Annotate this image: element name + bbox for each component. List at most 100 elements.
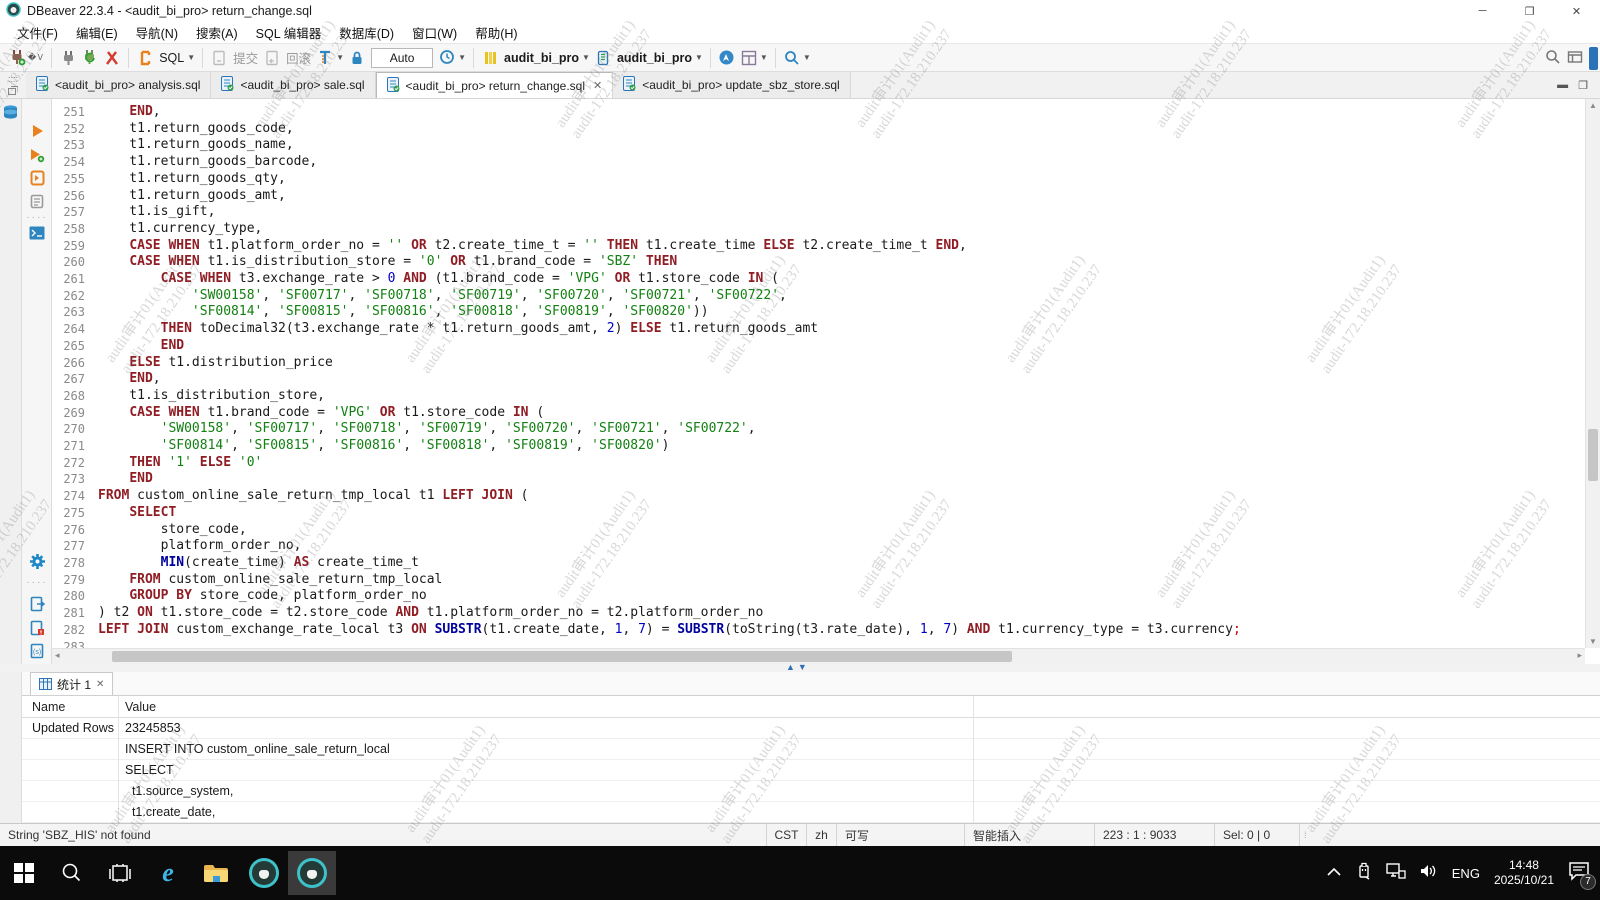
splitter-arrows[interactable]: ▲▼ (786, 662, 807, 672)
editor-tab[interactable]: <audit_bi_pro> return_change.sql✕ (376, 72, 614, 98)
taskbar-search-icon[interactable] (48, 851, 96, 895)
vertical-scrollbar-thumb[interactable] (1588, 429, 1598, 481)
column-header-value[interactable]: Value (118, 700, 1600, 714)
horizontal-scrollbar[interactable]: ◂ ▸ (52, 648, 1585, 664)
results-tab-close-icon[interactable]: ✕ (96, 679, 104, 690)
history-icon[interactable] (437, 48, 457, 68)
menu-item[interactable]: SQL 编辑器 (247, 21, 331, 44)
status-language[interactable]: zh (806, 824, 836, 846)
quick-search-icon[interactable] (1543, 47, 1563, 67)
execute-statement-icon[interactable] (27, 121, 47, 141)
cell-value: SELECT (118, 763, 1600, 777)
status-writable[interactable]: 可写 (836, 824, 964, 846)
sql-editor-icon[interactable] (135, 48, 155, 68)
splitter-down-icon[interactable]: ▼ (798, 662, 807, 672)
action-center-icon[interactable]: 7 (1568, 861, 1590, 886)
reconnect-icon[interactable] (80, 48, 100, 68)
table-row[interactable]: INSERT INTO custom_online_sale_return_lo… (22, 739, 1600, 760)
commit-mode-select[interactable]: Auto (371, 48, 433, 68)
editor-tab[interactable]: <audit_bi_pro> update_sbz_store.sql (613, 72, 850, 98)
editor-tab[interactable]: <audit_bi_pro> sale.sql (211, 72, 375, 98)
splitter-up-icon[interactable]: ▲ (786, 662, 795, 672)
column-header-name[interactable]: Name (22, 700, 118, 714)
table-row[interactable]: t1.create_date, (22, 802, 1600, 823)
settings-gear-icon[interactable] (27, 551, 47, 571)
script-file-icon[interactable]: (s) (27, 641, 47, 661)
sql-editor[interactable]: 251 END,252 t1.return_goods_code,253 t1.… (52, 99, 1600, 664)
minimize-button[interactable]: ─ (1459, 0, 1506, 22)
connection-selector[interactable]: audit_bi_pro (504, 51, 579, 65)
terminal-icon[interactable] (27, 223, 47, 243)
new-connection-caret[interactable]: �Ｖ (28, 52, 44, 63)
connect-icon[interactable] (58, 48, 78, 68)
transaction-caret[interactable]: ▼ (336, 53, 344, 62)
menu-item[interactable]: 数据库(D) (330, 21, 403, 44)
menu-item[interactable]: 窗口(W) (403, 21, 466, 44)
execute-new-tab-icon[interactable] (27, 145, 47, 165)
table-row[interactable]: Updated Rows23245853 (22, 718, 1600, 739)
close-button[interactable]: ✕ (1553, 0, 1600, 22)
transaction-mode-icon[interactable] (315, 48, 335, 68)
tray-network-icon[interactable] (1386, 863, 1406, 884)
perspective-icon[interactable] (1565, 47, 1585, 67)
table-row[interactable]: t1.source_system, (22, 781, 1600, 802)
tab-close-icon[interactable]: ✕ (593, 79, 602, 92)
history-caret[interactable]: ▼ (458, 53, 466, 62)
file-error-icon[interactable] (27, 618, 47, 638)
disconnect-icon[interactable] (102, 48, 122, 68)
vertical-scrollbar[interactable]: ▲ ▼ (1585, 99, 1600, 648)
sql-editor-caret[interactable]: ▼ (187, 53, 195, 62)
tray-usb-icon[interactable] (1356, 862, 1372, 885)
file-explorer-icon[interactable] (192, 851, 240, 895)
maximize-button[interactable]: ❐ (1506, 0, 1553, 22)
minimized-view-bar[interactable] (1589, 47, 1598, 70)
view-maximize-icon[interactable]: ❐ (1578, 79, 1588, 92)
menu-item[interactable]: 导航(N) (127, 21, 187, 44)
sql-editor-label[interactable]: SQL (159, 51, 184, 65)
new-connection-icon[interactable] (7, 48, 27, 68)
table-row[interactable]: SELECT (22, 760, 1600, 781)
dbeaver-taskbar-icon-active[interactable] (288, 851, 336, 895)
menu-item[interactable]: 编辑(E) (67, 21, 127, 44)
menu-item[interactable]: 帮助(H) (466, 21, 526, 44)
start-button[interactable] (0, 851, 48, 895)
connection-caret[interactable]: ▼ (582, 53, 590, 62)
dbeaver-taskbar-icon[interactable] (240, 851, 288, 895)
export-result-icon[interactable] (27, 594, 47, 614)
tray-chevron-icon[interactable] (1326, 864, 1342, 882)
navigate-icon[interactable] (717, 48, 737, 68)
view-minimize-icon[interactable]: ▬ (1557, 79, 1568, 91)
schema-caret[interactable]: ▼ (695, 53, 703, 62)
code-text: ) t2 ON t1.store_code = t2.store_code AN… (98, 605, 763, 622)
layout-icon[interactable] (739, 48, 759, 68)
tab-corner-grip: :::: (0, 71, 26, 98)
code-text: END, (98, 104, 161, 121)
status-caret-position[interactable]: 223 : 1 : 9033 (1094, 824, 1214, 846)
menu-item[interactable]: 文件(F) (8, 21, 67, 44)
line-number: 279 (52, 572, 98, 589)
tab-statistics[interactable]: 统计 1 ✕ (30, 672, 113, 695)
input-language-indicator[interactable]: ENG (1452, 866, 1480, 881)
status-insert-mode[interactable]: 智能插入 (964, 824, 1094, 846)
lock-icon[interactable] (347, 48, 367, 68)
task-view-icon[interactable] (96, 851, 144, 895)
menu-item[interactable]: 搜索(A) (187, 21, 247, 44)
taskbar-clock[interactable]: 14:48 2025/10/21 (1494, 858, 1554, 888)
execute-script-icon[interactable] (27, 168, 47, 188)
clock-time: 14:48 (1494, 858, 1554, 873)
tray-volume-icon[interactable] (1420, 863, 1438, 884)
rollback-button[interactable]: 回滚 (286, 48, 311, 67)
commit-button[interactable]: 提交 (233, 48, 258, 67)
taskbar: e ENG 14:48 2025/10/21 7 (0, 846, 1600, 900)
database-navigator-icon[interactable] (2, 104, 19, 121)
toolbar-search-icon[interactable] (782, 48, 802, 68)
horizontal-scrollbar-thumb[interactable] (112, 651, 1012, 662)
code-area[interactable]: 251 END,252 t1.return_goods_code,253 t1.… (52, 99, 1585, 648)
toolbar-search-caret[interactable]: ▼ (803, 53, 811, 62)
schema-selector[interactable]: audit_bi_pro (617, 51, 692, 65)
editor-tab[interactable]: <audit_bi_pro> analysis.sql (26, 72, 211, 98)
editor-results-splitter[interactable]: ▲▼ (0, 664, 1600, 672)
internet-explorer-icon[interactable]: e (144, 851, 192, 895)
layout-caret[interactable]: ▼ (760, 53, 768, 62)
status-timezone[interactable]: CST (766, 824, 806, 846)
